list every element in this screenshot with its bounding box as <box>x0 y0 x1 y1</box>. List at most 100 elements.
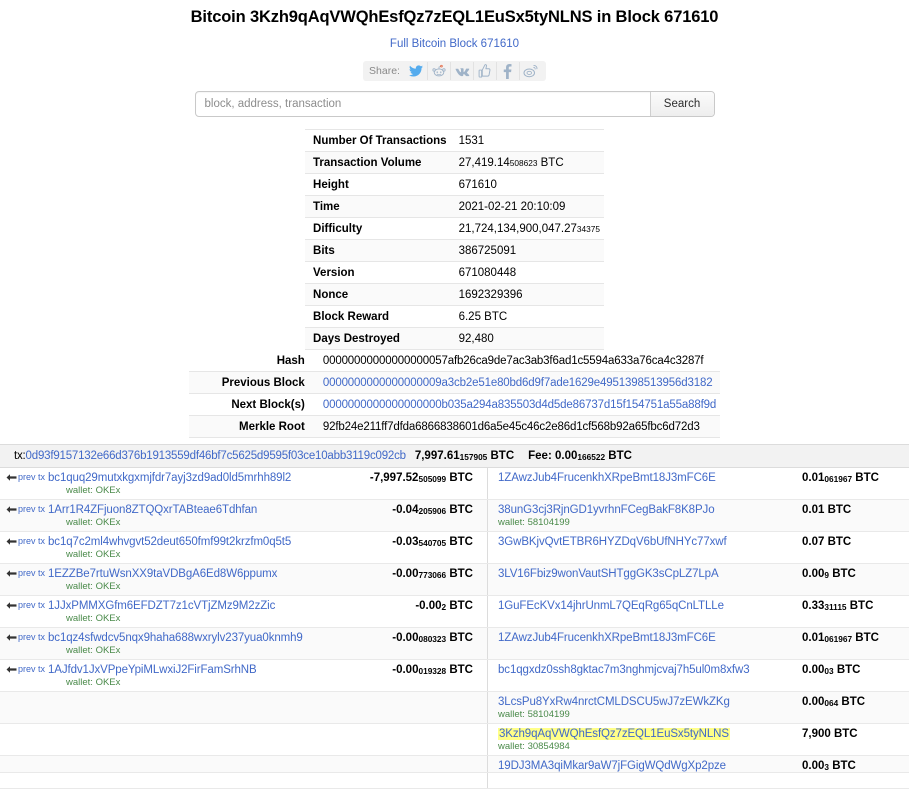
block-info-value-main: 92,480 <box>459 333 494 345</box>
input-amount: -0.04205906 BTC <box>348 500 487 516</box>
output-address-link-highlighted[interactable]: 3Kzh9qAqVWQhEsfQz7zEQL1EuSx5tyNLNS <box>498 728 730 740</box>
prev-tx-link[interactable]: prev tx <box>0 564 48 578</box>
input-address-link[interactable]: 1JJxPMMXGfm6EFDZT7z1cVTjZMz9M2zZic <box>48 600 275 612</box>
output-wallet-label: wallet: 58104199 <box>494 516 790 531</box>
arrow-left-icon <box>6 633 17 642</box>
output-address-line: 3LcsPu8YxRw4nrctCMLDSCU5wJ7zEWkZKg <box>494 692 790 708</box>
search-input[interactable] <box>196 92 650 116</box>
block-info-key: Height <box>305 174 451 196</box>
block-info-key: Nonce <box>305 284 451 306</box>
block-hash-row: Next Block(s)0000000000000000000b035a294… <box>189 394 720 416</box>
output-amount-cell: 0.009 BTC <box>790 564 909 596</box>
output-address-link[interactable]: 3LcsPu8YxRw4nrctCMLDSCU5wJ7zEWkZKg <box>498 696 730 708</box>
block-hash-link[interactable]: 0000000000000000009a3cb2e51e80bd6d9f7ade… <box>323 377 713 389</box>
block-info-row: Block Reward6.25 BTC <box>305 306 604 328</box>
output-address-link[interactable]: 1GuFEcKVx14jhrUnmL7QEqRg65qCnLTLLe <box>498 600 724 612</box>
output-address-cell: 3GwBKjvQvtETBR6HYZDqV6bUfNHYc77xwf <box>494 532 790 564</box>
facebook-share-button[interactable] <box>497 62 520 80</box>
prev-tx-link[interactable]: prev tx <box>0 532 48 546</box>
output-address-line: 1ZAwzJub4FrucenkhXRpeBmt18J3mFC6E <box>494 468 790 484</box>
prev-tx-link[interactable]: prev tx <box>0 596 48 610</box>
full-block-link[interactable]: Full Bitcoin Block 671610 <box>390 38 519 50</box>
block-hash-value: 00000000000000000057afb26ca9de7ac3ab3f6a… <box>323 355 704 367</box>
input-address-cell: 1Arr1R4ZFjuon8ZTQQxrTABteae6Tdhfanwallet… <box>48 500 348 532</box>
input-amount-cell <box>348 773 488 789</box>
prev-tx-cell: prev tx <box>0 564 48 596</box>
block-hash-row: Hash00000000000000000057afb26ca9de7ac3ab… <box>189 350 720 372</box>
output-amount: 0.003 BTC <box>790 756 909 772</box>
output-address-link[interactable]: 19DJ3MA3qiMkar9aW7jFGigWQdWgXp2pze <box>498 760 726 772</box>
input-address-link[interactable]: 1AJfdv1JxVPpeYpiMLwxiJ2FirFamSrhNB <box>48 664 257 676</box>
input-address-link[interactable]: bc1quq29mutxkgxmjfdr7ayj3zd9ad0ld5mrhh89… <box>48 472 291 484</box>
input-amount-unit: BTC <box>446 664 473 676</box>
transaction-id-link[interactable]: 0d93f9157132e66d376b1913559df46bf7c5625d… <box>26 450 406 462</box>
output-amount-main: 0.07 <box>802 536 824 548</box>
input-address-link[interactable]: bc1q7c2ml4whvgvt52deut650fmf99t2krzfm0q5… <box>48 536 291 548</box>
output-amount: 0.07 BTC <box>790 532 909 548</box>
prev-tx-link[interactable]: prev tx <box>0 500 48 514</box>
input-address-link[interactable]: 1Arr1R4ZFjuon8ZTQQxrTABteae6Tdhfan <box>48 504 257 516</box>
block-hashes-container: Hash00000000000000000057afb26ca9de7ac3ab… <box>0 350 909 438</box>
output-address-cell: 3LcsPu8YxRw4nrctCMLDSCU5wJ7zEWkZKgwallet… <box>494 692 790 724</box>
block-info-value: 6.25 BTC <box>451 306 604 328</box>
block-info-value-unit: BTC <box>537 157 563 169</box>
output-amount: 0.01061967 BTC <box>790 628 909 644</box>
input-amount-main: -0.04 <box>392 504 418 516</box>
output-address-link[interactable]: 1ZAwzJub4FrucenkhXRpeBmt18J3mFC6E <box>498 472 716 484</box>
input-amount-decimals: 205906 <box>418 506 446 516</box>
block-info-value: 21,724,134,900,047.2734375 <box>451 218 604 240</box>
output-amount-cell: 0.01061967 BTC <box>790 628 909 660</box>
prev-tx-label: prev tx <box>18 536 45 546</box>
like-share-button[interactable] <box>474 62 497 80</box>
output-address-cell: 3LV16Fbiz9wonVautSHTggGK3sCpLZ7LpA <box>494 564 790 596</box>
io-row: prev tx1AJfdv1JxVPpeYpiMLwxiJ2FirFamSrhN… <box>0 660 909 692</box>
block-hash-value-cell: 92fb24e211ff7dfda6866838601d6a5e45c46c2e… <box>315 416 720 438</box>
input-amount-unit: BTC <box>446 472 473 484</box>
transaction-id-cell: tx:0d93f9157132e66d376b1913559df46bf7c56… <box>0 450 406 462</box>
prev-tx-cell <box>0 756 48 773</box>
block-info-value: 386725091 <box>451 240 604 262</box>
tx-total-decimals: 157905 <box>460 452 488 462</box>
arrow-left-icon <box>6 569 17 578</box>
prev-tx-cell: prev tx <box>0 596 48 628</box>
input-address-link[interactable]: 1EZZBe7rtuWsnXX9taVDBgA6Ed8W6ppumx <box>48 568 277 580</box>
output-amount-decimals: 3 <box>824 762 829 772</box>
input-address-cell: 1AJfdv1JxVPpeYpiMLwxiJ2FirFamSrhNBwallet… <box>48 660 348 692</box>
prev-tx-cell: prev tx <box>0 628 48 660</box>
prev-tx-link[interactable]: prev tx <box>0 628 48 642</box>
search-button[interactable]: Search <box>650 92 714 116</box>
output-address-link[interactable]: 1ZAwzJub4FrucenkhXRpeBmt18J3mFC6E <box>498 632 716 644</box>
output-amount-cell: 0.00064 BTC <box>790 692 909 724</box>
twitter-share-button[interactable] <box>405 62 428 80</box>
block-hash-link[interactable]: 0000000000000000000b035a294a835503d4d5de… <box>323 399 716 411</box>
output-address-cell: 1GuFEcKVx14jhrUnmL7QEqRg65qCnLTLLe <box>494 596 790 628</box>
output-amount-unit: BTC <box>852 472 879 484</box>
output-amount-unit: BTC <box>834 664 861 676</box>
prev-tx-link[interactable]: prev tx <box>0 660 48 674</box>
reddit-share-button[interactable] <box>428 62 451 80</box>
output-amount-unit: BTC <box>831 728 858 740</box>
io-row: prev tx1JJxPMMXGfm6EFDZT7z1cVTjZMz9M2zZi… <box>0 596 909 628</box>
inputs-outputs-table: prev txbc1quq29mutxkgxmjfdr7ayj3zd9ad0ld… <box>0 468 909 789</box>
input-address-cell <box>48 692 348 724</box>
output-address-link[interactable]: 38unG3cj3RjnGD1yvrhnFCegBakF8K8PJo <box>498 504 715 516</box>
input-amount-cell <box>348 756 488 773</box>
output-address-link[interactable]: 3GwBKjvQvtETBR6HYZDqV6bUfNHYc77xwf <box>498 536 727 548</box>
output-address-link[interactable]: bc1qgxdz0ssh8gktac7m3nghmjcvaj7h5ul0m8xf… <box>498 664 750 676</box>
weibo-share-button[interactable] <box>520 62 542 80</box>
arrow-left-icon <box>6 601 17 610</box>
block-info-value-main: 386725091 <box>459 245 517 257</box>
block-info-table: Number Of Transactions1531Transaction Vo… <box>305 129 604 350</box>
vk-share-button[interactable] <box>451 62 474 80</box>
block-info-value-main: 1531 <box>459 135 485 147</box>
output-address-link[interactable]: 3LV16Fbiz9wonVautSHTggGK3sCpLZ7LpA <box>498 568 719 580</box>
block-hash-key: Merkle Root <box>189 416 315 438</box>
io-row: prev txbc1q7c2ml4whvgvt52deut650fmf99t2k… <box>0 532 909 564</box>
transaction-section: tx:0d93f9157132e66d376b1913559df46bf7c56… <box>0 444 909 789</box>
prev-tx-link[interactable]: prev tx <box>0 468 48 482</box>
block-hash-key: Previous Block <box>189 372 315 394</box>
input-address-link[interactable]: bc1qz4sfwdcv5nqx9haha688wxrylv237yua0knm… <box>48 632 303 644</box>
tx-fee-label: Fee: <box>528 450 555 462</box>
block-info-value: 671080448 <box>451 262 604 284</box>
input-amount-cell: -0.002 BTC <box>348 596 488 628</box>
